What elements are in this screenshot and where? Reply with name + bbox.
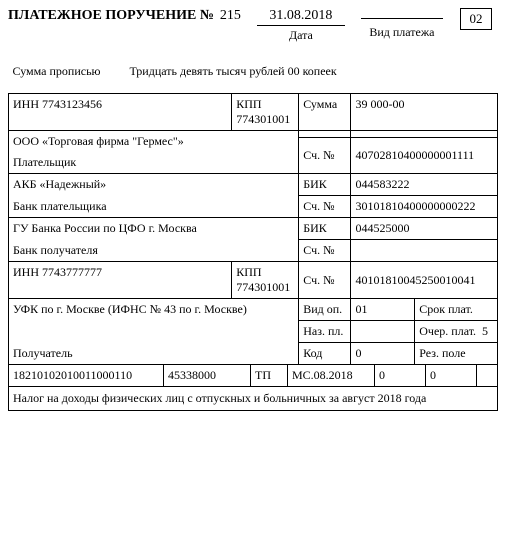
payment-type-label: Вид платежа [361, 25, 443, 40]
recip-name-cell: УФК по г. Москве (ИФНС № 43 по г. Москве… [9, 299, 299, 365]
payer-account: 40702810400000001111 [351, 138, 498, 174]
doc-title: ПЛАТЕЖНОЕ ПОРУЧЕНИЕ № [8, 8, 214, 24]
recip-bank-bik-label: БИК [299, 218, 351, 240]
recip-bank-name: ГУ Банка России по ЦФО г. Москва [9, 218, 299, 240]
recip-name: УФК по г. Москве (ИФНС № 43 по г. Москве… [13, 302, 294, 317]
recip-bank-role-label: Банк получателя [9, 240, 299, 262]
recip-role-label: Получатель [13, 346, 73, 361]
kbk: 18210102010011000110 [9, 365, 164, 386]
payer-account-label: Сч. № [299, 138, 351, 174]
vidop-value: 01 [351, 299, 415, 321]
payer-bank-acc: 30101810400000000222 [351, 196, 498, 218]
vidop-label: Вид оп. [299, 299, 351, 321]
payer-inn-cell: ИНН 7743123456 [9, 94, 232, 131]
payer-bank-name: АКБ «Надежный» [9, 174, 299, 196]
payer-role-label: Плательщик [9, 152, 299, 174]
srok-label: Срок плат. [415, 299, 498, 321]
payer-bank-bik: 044583222 [351, 174, 498, 196]
payer-bank-acc-label: Сч. № [299, 196, 351, 218]
recip-inn-cell: ИНН 7743777777 [9, 262, 232, 299]
nazpl-label: Наз. пл. [299, 321, 351, 343]
payment-table: Сумма прописью Тридцать девять тысяч руб… [8, 61, 498, 365]
payment-type-field [477, 365, 498, 386]
doc-date-field: 0 [426, 365, 477, 386]
amount-label: Сумма [299, 94, 351, 131]
doc-num-field: 0 [375, 365, 426, 386]
payment-purpose: Налог на доходы физических лиц с отпускн… [8, 387, 498, 411]
payer-name: ООО «Торговая фирма "Гермес"» [9, 131, 299, 153]
tax-period: МС.08.2018 [288, 365, 375, 386]
ocher-cell: Очер. плат. 5 [415, 321, 498, 343]
payer-bank-bik-label: БИК [299, 174, 351, 196]
amount-words-label: Сумма прописью [9, 61, 126, 94]
payment-type [361, 17, 443, 19]
recip-bank-bik: 044525000 [351, 218, 498, 240]
kod-value: 0 [351, 343, 415, 365]
oktmo: 45338000 [164, 365, 251, 386]
payer-bank-role-label: Банк плательщика [9, 196, 299, 218]
budget-fields: 18210102010011000110 45338000 ТП МС.08.2… [8, 365, 498, 387]
status-code: 02 [460, 8, 492, 30]
kod-label: Код [299, 343, 351, 365]
recip-bank-acc-label: Сч. № [299, 240, 351, 262]
recip-acc-label: Сч. № [299, 262, 351, 299]
payment-basis: ТП [251, 365, 288, 386]
amount-value: 39 000-00 [351, 94, 498, 131]
recip-acc: 40101810045250010041 [351, 262, 498, 299]
recip-kpp-cell: КПП 774301001 [232, 262, 299, 299]
amount-words: Тридцать девять тысяч рублей 00 копеек [125, 61, 497, 94]
rez-label: Рез. поле [415, 343, 498, 365]
recip-bank-acc [351, 240, 498, 262]
header: ПЛАТЕЖНОЕ ПОРУЧЕНИЕ № 215 31.08.2018 Дат… [8, 8, 498, 43]
date-label: Дата [257, 28, 345, 43]
nazpl-value [351, 321, 415, 343]
doc-number: 215 [220, 8, 241, 24]
payer-kpp-cell: КПП 774301001 [232, 94, 299, 131]
doc-date: 31.08.2018 [257, 8, 345, 26]
